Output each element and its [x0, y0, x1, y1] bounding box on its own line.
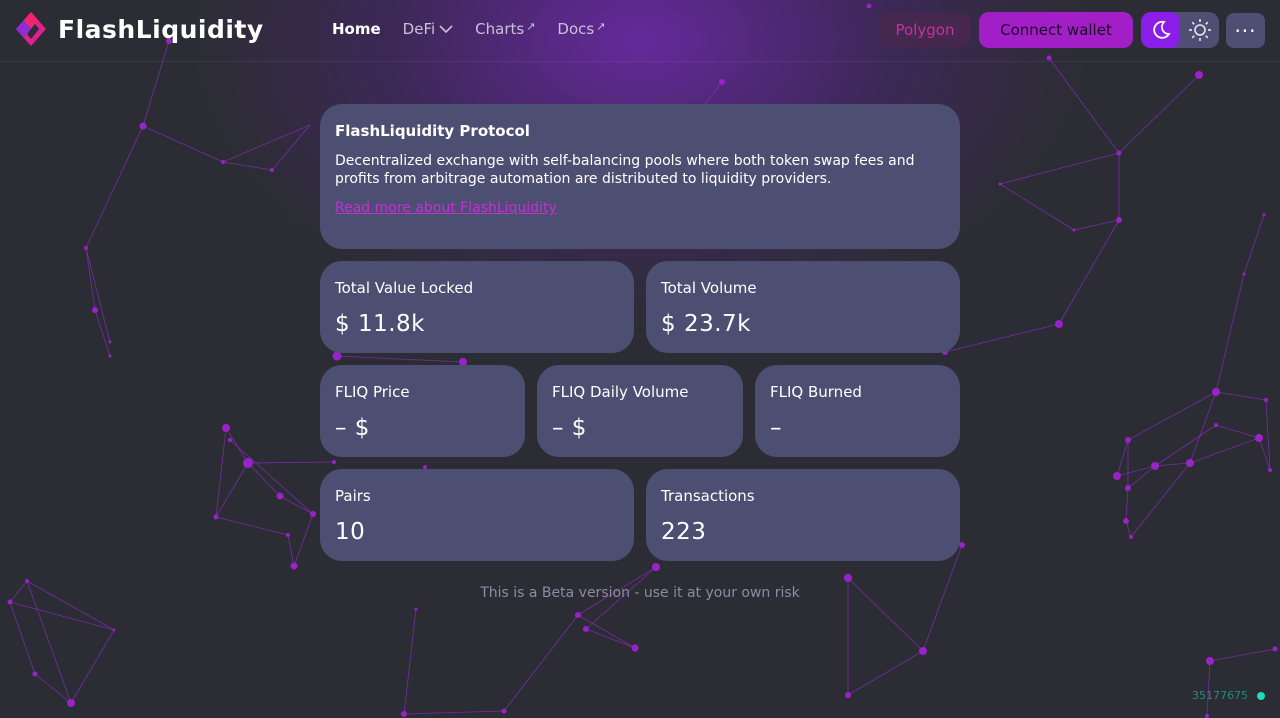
read-more-link[interactable]: Read more about FlashLiquidity	[335, 200, 557, 216]
connect-wallet-button[interactable]: Connect wallet	[979, 12, 1133, 48]
tvl-label: Total Value Locked	[335, 279, 474, 297]
tvl-card: Total Value Locked $ 11.8k	[320, 261, 634, 353]
total-volume-value: $ 23.7k	[661, 311, 751, 337]
more-options-button[interactable]: ···	[1226, 13, 1265, 48]
brand-name: FlashLiquidity	[58, 14, 264, 44]
transactions-value: 223	[661, 519, 707, 545]
beta-notice: This is a Beta version - use it at your …	[480, 585, 800, 601]
nav-charts[interactable]: Charts ↗	[475, 19, 536, 39]
sun-icon	[1188, 19, 1211, 41]
pairs-label: Pairs	[335, 487, 371, 505]
fliq-burned-label: FLIQ Burned	[770, 383, 862, 401]
transactions-label: Transactions	[661, 487, 755, 505]
fliq-price-label: FLIQ Price	[335, 383, 410, 401]
brand[interactable]: FlashLiquidity	[16, 12, 264, 46]
block-number: 35177675	[1192, 689, 1248, 702]
protocol-intro-card: FlashLiquidity Protocol Decentralized ex…	[320, 104, 960, 249]
dark-theme-option[interactable]	[1141, 12, 1180, 48]
fliq-burned-card: FLIQ Burned –	[755, 365, 960, 457]
fliq-price-value: – $	[335, 415, 370, 441]
fliq-burned-value: –	[770, 415, 782, 441]
nav-charts-label: Charts	[475, 20, 525, 38]
total-volume-card: Total Volume $ 23.7k	[646, 261, 960, 353]
nav-defi[interactable]: DeFi	[403, 20, 453, 38]
light-theme-option[interactable]	[1180, 12, 1219, 48]
external-link-icon: ↗	[526, 19, 536, 33]
top-header: FlashLiquidity Home DeFi Charts ↗ Docs ↗…	[0, 0, 1280, 62]
fliq-daily-volume-label: FLIQ Daily Volume	[552, 383, 689, 401]
fliq-price-card: FLIQ Price – $	[320, 365, 525, 457]
nav-home-label: Home	[332, 20, 381, 38]
fliq-daily-volume-value: – $	[552, 415, 587, 441]
total-volume-label: Total Volume	[661, 279, 757, 297]
chevron-down-icon	[439, 25, 453, 34]
theme-toggle[interactable]	[1141, 12, 1219, 48]
tvl-value: $ 11.8k	[335, 311, 425, 337]
main-nav: Home DeFi Charts ↗ Docs ↗	[332, 19, 627, 39]
pairs-card: Pairs 10	[320, 469, 634, 561]
moon-icon	[1152, 20, 1171, 39]
flashliquidity-logo-icon	[16, 12, 46, 46]
nav-defi-label: DeFi	[402, 20, 436, 38]
intro-title: FlashLiquidity Protocol	[335, 122, 530, 140]
network-selector-button[interactable]: Polygon	[879, 13, 971, 47]
pairs-value: 10	[335, 519, 366, 545]
nav-docs[interactable]: Docs ↗	[557, 19, 606, 39]
transactions-card: Transactions 223	[646, 469, 960, 561]
fliq-daily-volume-card: FLIQ Daily Volume – $	[537, 365, 743, 457]
nav-home[interactable]: Home	[332, 20, 381, 38]
status-dot-icon	[1257, 691, 1265, 700]
nav-docs-label: Docs	[557, 20, 595, 38]
external-link-icon: ↗	[596, 19, 606, 33]
intro-description: Decentralized exchange with self-balanci…	[335, 153, 915, 187]
block-indicator[interactable]: 35177675	[1192, 689, 1265, 702]
